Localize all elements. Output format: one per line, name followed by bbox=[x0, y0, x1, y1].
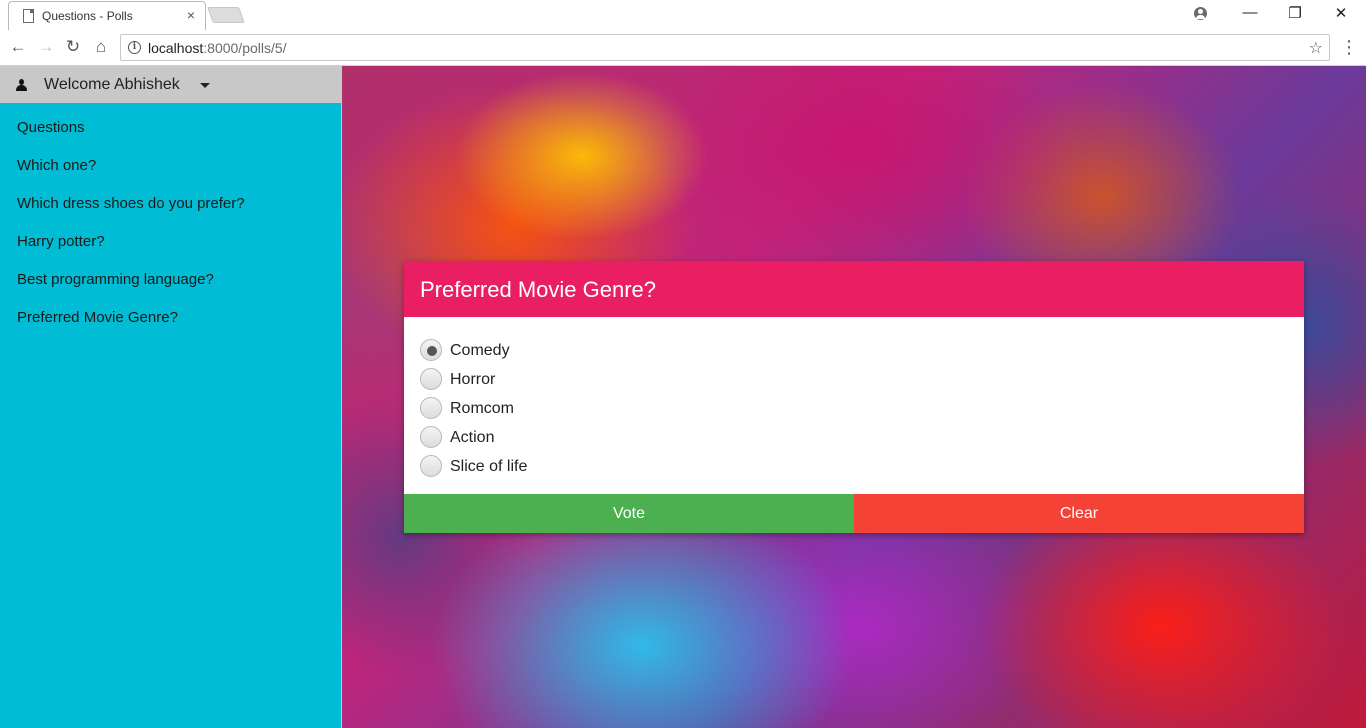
welcome-text: Welcome Abhishek bbox=[44, 76, 180, 93]
sidebar: Welcome Abhishek Questions Which one? Wh… bbox=[0, 66, 342, 728]
sidebar-item-dress-shoes[interactable]: Which dress shoes do you prefer? bbox=[0, 186, 342, 224]
profile-icon[interactable] bbox=[1194, 7, 1207, 20]
poll-header: Preferred Movie Genre? bbox=[404, 261, 1304, 317]
clear-button[interactable]: Clear bbox=[854, 494, 1304, 533]
browser-tabstrip: Questions - Polls × — ❐ ✕ bbox=[0, 0, 1366, 30]
home-icon[interactable]: ⌂ bbox=[91, 37, 111, 57]
restore-icon[interactable]: ❐ bbox=[1285, 4, 1305, 22]
url-text[interactable]: localhost:8000/polls/5/ bbox=[148, 40, 287, 56]
user-icon bbox=[16, 79, 27, 91]
question-list: Questions Which one? Which dress shoes d… bbox=[0, 110, 342, 338]
caret-down-icon[interactable] bbox=[200, 83, 210, 88]
radio-button[interactable] bbox=[420, 397, 442, 419]
url-host: localhost bbox=[148, 40, 204, 56]
nebula-background: Preferred Movie Genre? Comedy Horror Rom… bbox=[342, 66, 1366, 728]
choice-label[interactable]: Comedy bbox=[450, 342, 510, 360]
sidebar-item-questions[interactable]: Questions bbox=[0, 110, 342, 148]
new-tab-button[interactable] bbox=[207, 7, 245, 23]
radio-button[interactable] bbox=[420, 368, 442, 390]
reload-icon[interactable]: ↻ bbox=[63, 37, 83, 57]
address-bar[interactable]: i localhost:8000/polls/5/ ☆ bbox=[120, 34, 1330, 61]
url-path: :8000/polls/5/ bbox=[203, 40, 287, 56]
radio-button[interactable] bbox=[420, 426, 442, 448]
poll-card: Preferred Movie Genre? Comedy Horror Rom… bbox=[404, 261, 1304, 533]
browser-menu-icon[interactable]: ⋮ bbox=[1340, 36, 1358, 58]
bookmark-star-icon[interactable]: ☆ bbox=[1309, 38, 1323, 58]
choice-label[interactable]: Romcom bbox=[450, 400, 514, 418]
forward-icon[interactable]: → bbox=[36, 37, 56, 57]
back-icon[interactable]: ← bbox=[8, 37, 28, 57]
page-viewport: Welcome Abhishek Questions Which one? Wh… bbox=[0, 66, 1366, 728]
vote-button[interactable]: Vote bbox=[404, 494, 854, 533]
page-icon bbox=[23, 9, 34, 23]
browser-tab[interactable]: Questions - Polls × bbox=[8, 1, 206, 30]
sidebar-item-harry-potter[interactable]: Harry potter? bbox=[0, 224, 342, 262]
choice-label[interactable]: Slice of life bbox=[450, 458, 527, 476]
poll-title: Preferred Movie Genre? bbox=[420, 277, 656, 302]
user-dropdown[interactable]: Welcome Abhishek bbox=[0, 66, 342, 103]
sidebar-item-which-one[interactable]: Which one? bbox=[0, 148, 342, 186]
sidebar-item-movie-genre[interactable]: Preferred Movie Genre? bbox=[0, 300, 342, 338]
tab-title: Questions - Polls bbox=[42, 9, 133, 23]
choice-label[interactable]: Horror bbox=[450, 371, 495, 389]
browser-toolbar: ← → ↻ ⌂ i localhost:8000/polls/5/ ☆ bbox=[0, 30, 1366, 66]
choice-label[interactable]: Action bbox=[450, 429, 494, 447]
radio-button[interactable] bbox=[420, 455, 442, 477]
sidebar-item-programming-language[interactable]: Best programming language? bbox=[0, 262, 342, 300]
info-icon[interactable]: i bbox=[128, 41, 141, 54]
minimize-icon[interactable]: — bbox=[1240, 4, 1260, 21]
tab-close-icon[interactable]: × bbox=[187, 7, 195, 23]
radio-button[interactable] bbox=[420, 339, 442, 361]
close-window-icon[interactable]: ✕ bbox=[1331, 4, 1351, 22]
